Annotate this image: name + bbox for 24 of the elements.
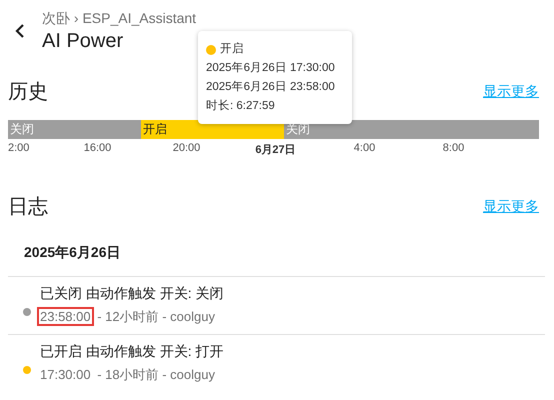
date-heading: 2025年6月26日: [8, 220, 545, 277]
log-detail: - 12小时前 - coolguy: [96, 308, 215, 326]
section-title: 日志: [8, 195, 48, 220]
back-icon[interactable]: [14, 24, 26, 38]
axis-tick-label: 6月27日: [254, 143, 297, 157]
show-more-link[interactable]: 显示更多: [483, 198, 539, 216]
section-title: 历史: [8, 80, 48, 105]
log-message: 已开启 由动作触发 开关: 打开: [40, 343, 224, 361]
axis-tick-label: 16:00: [82, 142, 112, 156]
show-more-link[interactable]: 显示更多: [483, 82, 539, 100]
tooltip-state: 开启: [220, 42, 244, 57]
tooltip-start: 2025年6月26日 17:30:00: [206, 60, 336, 76]
axis-tick-label: 4:00: [352, 142, 376, 156]
log-message: 已关闭 由动作触发 开关: 关闭: [40, 285, 224, 303]
entity-title: AI Power: [42, 30, 124, 52]
timeline-segment: 关闭: [8, 120, 141, 139]
breadcrumb: 次卧 › ESP_AI_Assistant: [42, 10, 196, 28]
axis-tick-label: 20:00: [172, 142, 202, 156]
axis-tick-label: 8:00: [442, 142, 466, 156]
log-detail: - 18小时前 - coolguy: [96, 366, 215, 384]
tooltip-duration: 时长: 6:27:59: [206, 98, 276, 114]
tooltip-end: 2025年6月26日 23:58:00: [206, 80, 336, 95]
axis-tick-label: 2:00: [8, 142, 30, 156]
log-time: 23:58:00: [37, 307, 94, 326]
